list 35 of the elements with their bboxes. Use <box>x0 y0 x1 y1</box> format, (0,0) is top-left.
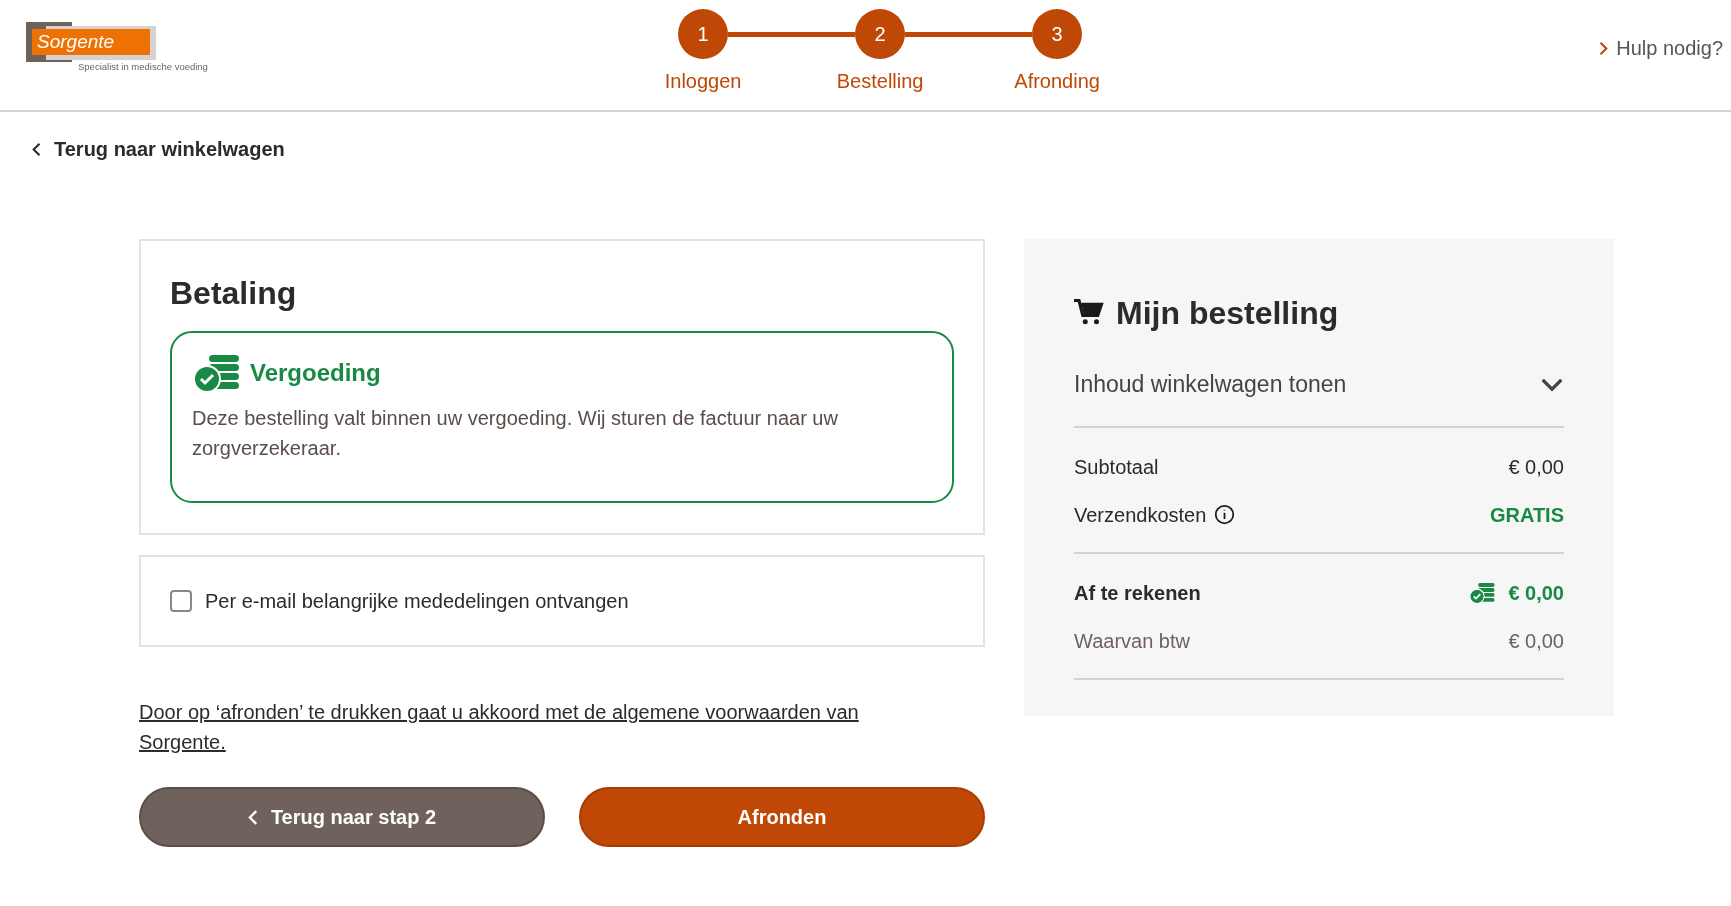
back-link[interactable]: Terug naar winkelwagen <box>32 134 285 164</box>
notice-text: Deze bestelling valt binnen uw vergoeding. Wij sturen de factuur naar uw zorgverzekeraar. <box>192 406 839 461</box>
finish-button[interactable]: Afronden <box>579 787 985 847</box>
summary-value: € 0,00 <box>1508 628 1564 654</box>
coins-check-icon <box>192 353 242 393</box>
back-button[interactable]: Terug naar stap 2 <box>139 787 545 847</box>
summary-label: Verzendkosten <box>1074 502 1207 528</box>
logo[interactable]: Sorgente Specialist in medische voeding <box>26 22 226 74</box>
checkbox-label: Per e-mail belangrijke mededelingen ontvangen <box>205 589 629 614</box>
summary-value: GRATIS <box>1489 502 1564 528</box>
step-number: 1 <box>678 9 729 59</box>
step-label: Inloggen <box>664 69 742 94</box>
help-link[interactable]: Hulp nodig? <box>1598 33 1723 63</box>
step-number: 3 <box>1032 9 1083 59</box>
chevron-right-icon <box>1598 40 1609 56</box>
step-number: 2 <box>855 9 906 59</box>
summary-value: € 0,00 <box>1508 454 1564 480</box>
info-icon[interactable] <box>1214 504 1236 525</box>
summary-label: Af te rekenen <box>1074 580 1201 606</box>
chevron-down-icon <box>1540 376 1564 392</box>
cart-icon <box>1074 299 1104 327</box>
step-label: Afronding <box>1014 69 1100 94</box>
terms-link[interactable]: Door op ‘afronden’ te drukken gaat u akkoord met de algemene voorwaarden van Sorgente. <box>139 697 919 757</box>
step-label: Bestelling <box>836 69 924 94</box>
chevron-left-icon <box>247 808 259 826</box>
summary-value: € 0,00 <box>1508 580 1564 606</box>
cart-toggle[interactable]: Inhoud winkelwagen tonen <box>1074 367 1564 428</box>
coins-check-icon <box>1469 581 1497 604</box>
summary-label: Subtotaal <box>1074 454 1159 480</box>
payment-title: Betaling <box>170 274 298 313</box>
chevron-left-icon <box>32 141 42 157</box>
summary-label: Waarvan btw <box>1074 628 1190 654</box>
order-title: Mijn bestelling <box>1116 294 1339 333</box>
checkbox[interactable] <box>170 590 192 612</box>
notice-title: Vergoeding <box>250 358 381 388</box>
